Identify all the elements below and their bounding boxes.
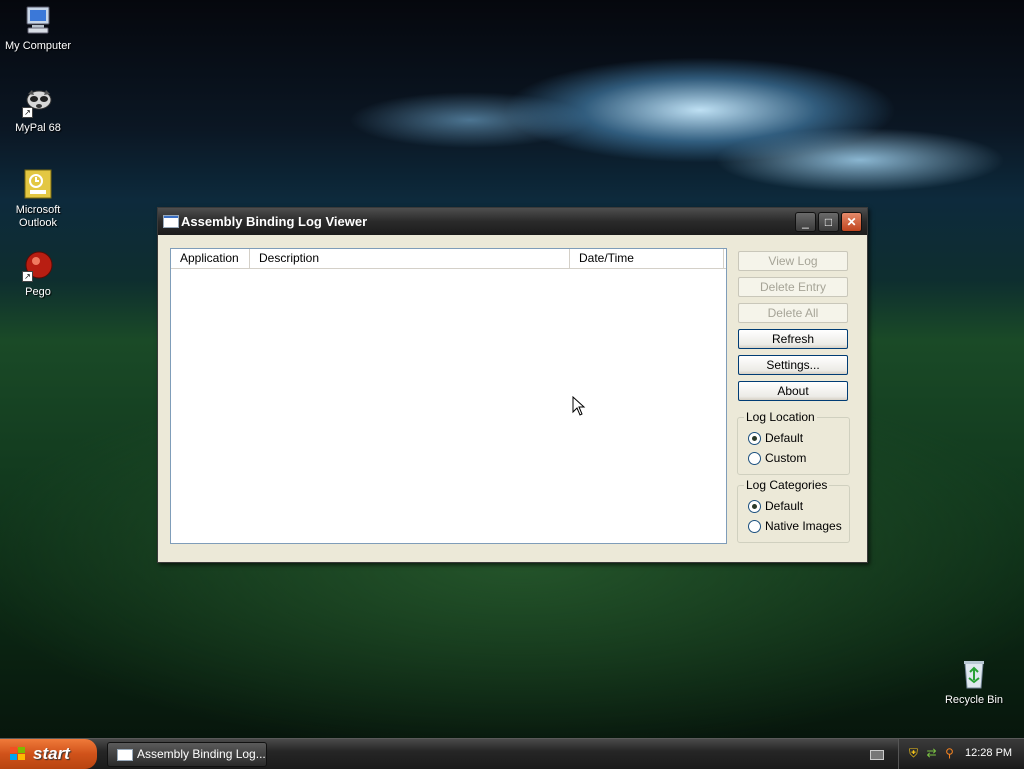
column-header-application[interactable]: Application [171,249,250,268]
maximize-button[interactable]: □ [818,212,839,232]
delete-all-button[interactable]: Delete All [738,303,848,323]
list-header: Application Description Date/Time [171,249,726,269]
desktop-icon-label: My Computer [4,40,72,52]
radio-checked-icon[interactable] [748,500,761,514]
option-label: Default [765,499,804,513]
window-app-icon [117,749,133,761]
clock[interactable]: 12:28 PM [965,747,1012,759]
desktop-icon-my-computer[interactable]: My Computer [0,4,76,53]
log-categories-native-images-option[interactable]: Native Images [748,518,842,534]
option-label: Native Images [765,519,842,533]
desktop-icon-outlook[interactable]: Microsoft Outlook [0,168,76,230]
keyboard-icon[interactable] [870,750,884,760]
my-computer-icon [22,4,54,36]
log-entries-list[interactable]: Application Description Date/Time [170,248,727,544]
maximize-icon: □ [824,215,833,229]
taskbar: start Assembly Binding Log... ⛨ ⇄ ⚲ 12:2… [0,738,1024,769]
radio-unchecked-icon[interactable] [748,452,761,466]
desktop-icon-mypal[interactable]: ↗ MyPal 68 [0,86,76,135]
recycle-bin-icon [958,658,990,690]
system-tray: ⛨ ⇄ ⚲ 12:28 PM [898,739,1024,769]
log-location-default-option[interactable]: Default [748,430,803,446]
desktop-icon-recycle-bin[interactable]: Recycle Bin [936,658,1012,707]
desktop-icon-label: Pego [25,286,51,298]
window-title: Assembly Binding Log Viewer [181,214,368,229]
start-label: start [33,744,70,763]
taskbar-item-label: Assembly Binding Log... [137,747,266,761]
close-icon: ✕ [846,215,857,229]
log-categories-default-option[interactable]: Default [748,498,803,514]
shortcut-arrow-icon: ↗ [22,271,33,282]
settings-button[interactable]: Settings... [738,355,848,375]
desktop-icon-label: Recycle Bin [944,694,1004,706]
log-location-label: Log Location [744,410,817,424]
mouse-cursor-icon [572,396,586,416]
mypal-icon: ↗ [22,86,54,118]
log-categories-group: Log Categories Default Native Images [737,478,850,543]
outlook-icon [22,168,54,200]
desktop-icon-pego[interactable]: ↗ Pego [0,250,76,299]
title-bar[interactable]: Assembly Binding Log Viewer _ □ ✕ [158,208,867,235]
log-location-group: Log Location Default Custom [737,410,850,475]
close-button[interactable]: ✕ [841,212,862,232]
column-header-date-time[interactable]: Date/Time [570,249,724,268]
security-shield-icon[interactable]: ⛨ [907,747,920,760]
pego-icon: ↗ [22,250,54,282]
about-button[interactable]: About [738,381,848,401]
assembly-binding-log-viewer-window: Assembly Binding Log Viewer _ □ ✕ Applic… [157,207,868,563]
search-icon[interactable]: ⚲ [943,747,956,760]
network-icon[interactable]: ⇄ [925,747,938,760]
option-label: Default [765,431,804,445]
option-label: Custom [765,451,807,465]
minimize-icon: _ [802,215,809,229]
refresh-button[interactable]: Refresh [738,329,848,349]
shortcut-arrow-icon: ↗ [22,107,33,118]
delete-entry-button[interactable]: Delete Entry [738,277,848,297]
view-log-button[interactable]: View Log [738,251,848,271]
window-app-icon [163,215,179,228]
radio-checked-icon[interactable] [748,432,761,446]
windows-logo-icon [10,747,26,761]
desktop-icon-label: Microsoft Outlook [15,204,61,229]
desktop-icon-label: MyPal 68 [15,122,61,134]
start-button[interactable]: start [0,739,97,769]
log-categories-label: Log Categories [744,478,830,492]
radio-unchecked-icon[interactable] [748,520,761,534]
log-location-custom-option[interactable]: Custom [748,450,806,466]
taskbar-item-assembly-binding-log[interactable]: Assembly Binding Log... [107,742,267,767]
column-header-description[interactable]: Description [250,249,570,268]
minimize-button[interactable]: _ [795,212,816,232]
